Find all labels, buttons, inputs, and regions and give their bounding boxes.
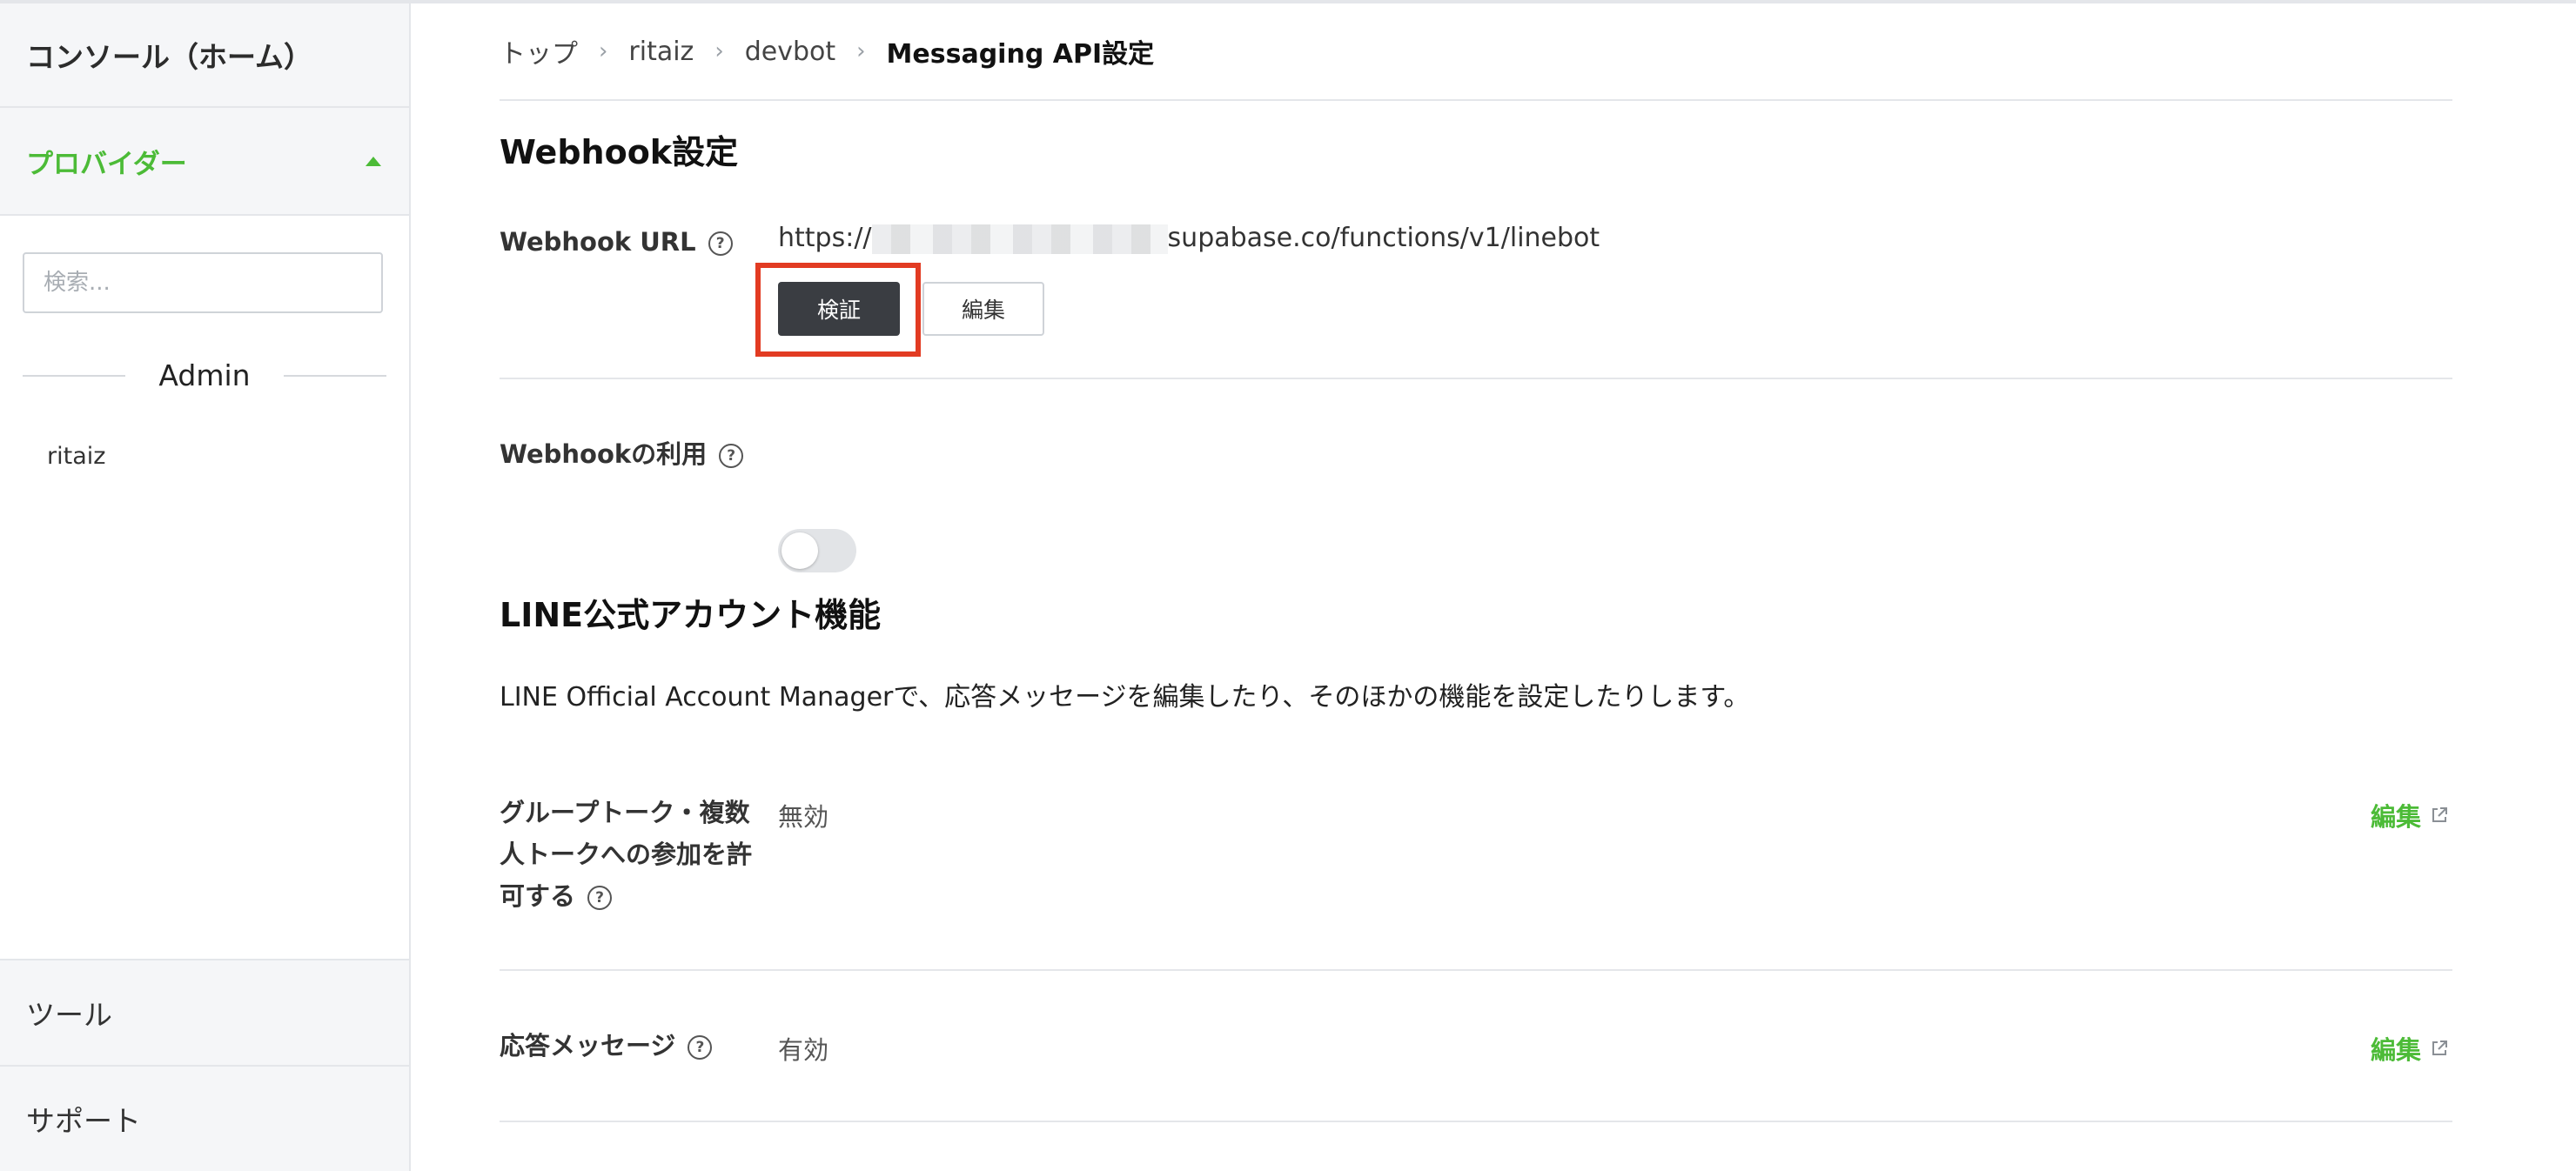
help-icon[interactable]: ? bbox=[708, 231, 733, 256]
main-content: トップ › ritaiz › devbot › Messaging API設定 … bbox=[413, 3, 2576, 1171]
webhook-use-label-text: Webhookの利用 bbox=[500, 439, 708, 469]
auto-reply-label: 応答メッセージ? bbox=[500, 1025, 713, 1067]
webhook-url-suffix: supabase.co/functions/v1/linebot bbox=[1167, 223, 1600, 253]
sidebar-support-label: サポート bbox=[26, 1104, 141, 1138]
chevron-right-icon: › bbox=[714, 38, 724, 64]
chevron-right-icon: › bbox=[599, 38, 608, 64]
group-talk-label: グループトーク・複数人トークへの参加を許可する? bbox=[500, 792, 752, 917]
toggle-knob bbox=[782, 532, 818, 569]
divider bbox=[500, 1121, 2452, 1122]
sidebar-item-support[interactable]: サポート bbox=[0, 1065, 409, 1171]
search-input[interactable] bbox=[23, 252, 383, 313]
webhook-url-label: Webhook URL? bbox=[500, 221, 733, 263]
edit-link-label: 編集 bbox=[2370, 1035, 2421, 1065]
group-talk-label-text: グループトーク・複数人トークへの参加を許可する bbox=[500, 798, 753, 911]
help-icon[interactable]: ? bbox=[719, 444, 744, 468]
sidebar-item-label: ritaiz bbox=[47, 443, 106, 470]
help-icon[interactable]: ? bbox=[587, 886, 613, 910]
sidebar-search-wrap bbox=[0, 216, 409, 313]
edit-link-label: 編集 bbox=[2370, 802, 2421, 832]
chevron-right-icon: › bbox=[856, 38, 866, 64]
sidebar-item-provider[interactable]: ritaiz bbox=[0, 392, 409, 470]
external-link-icon bbox=[2432, 1041, 2447, 1055]
sidebar-group-header: Admin bbox=[23, 358, 387, 392]
sidebar: コンソール（ホーム） プロバイダー Admin ritaiz ツール サポート bbox=[0, 3, 411, 1171]
sidebar-item-console-home[interactable]: コンソール（ホーム） bbox=[0, 3, 409, 108]
webhook-url-prefix: https:// bbox=[778, 223, 872, 253]
oa-section-description: LINE Official Account Managerで、応答メッセージを編… bbox=[500, 682, 1750, 713]
verify-button[interactable]: 検証 bbox=[778, 282, 900, 336]
breadcrumb: トップ › ritaiz › devbot › Messaging API設定 bbox=[500, 3, 2452, 101]
webhook-url-label-text: Webhook URL bbox=[500, 227, 696, 257]
breadcrumb-provider[interactable]: ritaiz bbox=[628, 37, 694, 67]
sidebar-group-label: Admin bbox=[158, 358, 251, 392]
group-talk-edit-link[interactable]: 編集 bbox=[2371, 797, 2449, 833]
help-icon[interactable]: ? bbox=[688, 1035, 713, 1060]
group-talk-value: 無効 bbox=[778, 802, 829, 832]
content-area: トップ › ritaiz › devbot › Messaging API設定 … bbox=[500, 3, 2452, 1122]
divider bbox=[500, 969, 2452, 971]
webhook-use-label: Webhookの利用? bbox=[500, 433, 744, 475]
divider-line bbox=[283, 374, 387, 377]
divider-line bbox=[23, 374, 126, 377]
sidebar-item-tools[interactable]: ツール bbox=[0, 959, 409, 1065]
sidebar-tools-label: ツール bbox=[26, 998, 112, 1032]
breadcrumb-top[interactable]: トップ bbox=[500, 32, 578, 70]
sidebar-provider-toggle[interactable]: プロバイダー bbox=[0, 108, 409, 216]
auto-reply-label-text: 応答メッセージ bbox=[500, 1031, 676, 1061]
sidebar-home-label: コンソール（ホーム） bbox=[26, 40, 313, 74]
auto-reply-value: 有効 bbox=[778, 1035, 829, 1065]
webhook-url-value: https:// supabase.co/functions/v1/linebot bbox=[778, 223, 1600, 254]
auto-reply-edit-link[interactable]: 編集 bbox=[2371, 1030, 2449, 1067]
oa-section-title: LINE公式アカウント機能 bbox=[500, 596, 882, 634]
webhook-section-title: Webhook設定 bbox=[500, 133, 739, 171]
breadcrumb-channel[interactable]: devbot bbox=[745, 37, 835, 67]
webhook-use-toggle[interactable] bbox=[778, 529, 856, 572]
divider bbox=[500, 378, 2452, 379]
caret-up-icon bbox=[366, 156, 381, 166]
breadcrumb-current: Messaging API設定 bbox=[886, 39, 1155, 70]
external-link-icon bbox=[2432, 807, 2447, 822]
sidebar-bottom-nav: ツール サポート bbox=[0, 959, 409, 1171]
redacted-block bbox=[871, 224, 1168, 254]
sidebar-provider-label: プロバイダー bbox=[26, 148, 187, 180]
edit-webhook-button[interactable]: 編集 bbox=[922, 282, 1044, 336]
